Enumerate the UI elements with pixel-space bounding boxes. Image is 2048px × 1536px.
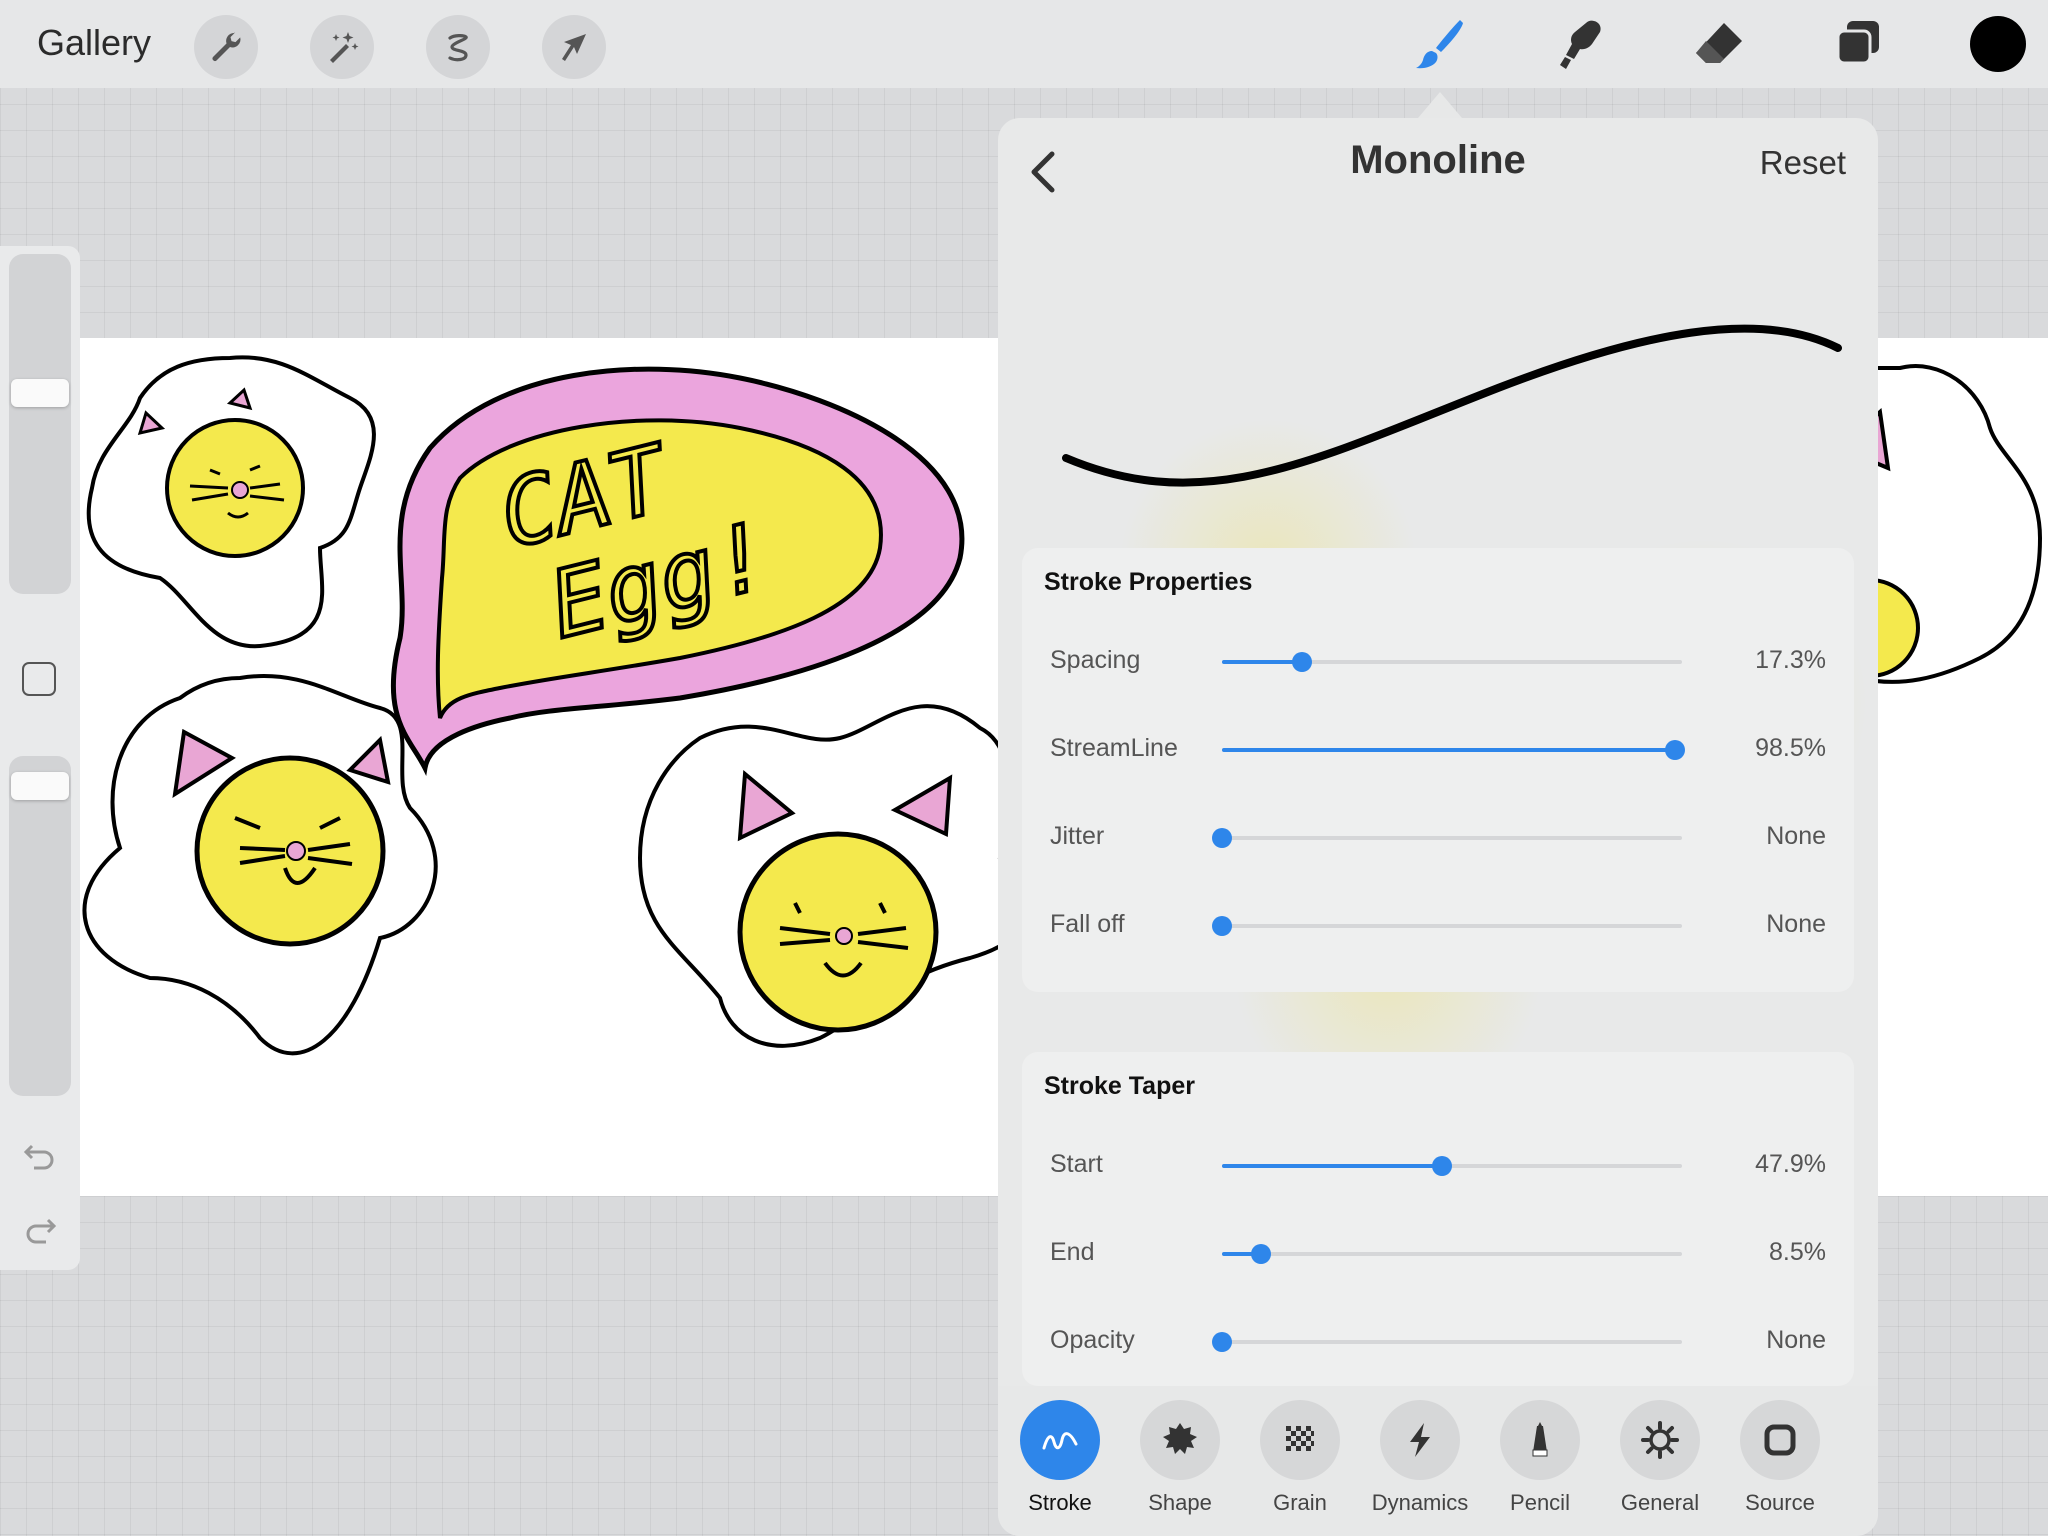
start-slider-knob[interactable] <box>1432 1156 1453 1176</box>
tab-grain[interactable]: Grain <box>1250 1400 1350 1530</box>
fall-off-slider-knob[interactable] <box>1212 916 1232 936</box>
start-setting-row: Start 47.9% <box>1022 1136 1854 1196</box>
section-title: Stroke Taper <box>1044 1072 1195 1100</box>
jitter-slider[interactable] <box>1212 828 1682 848</box>
shape-icon <box>1140 1400 1220 1480</box>
end-setting-row: End 8.5% <box>1022 1224 1854 1284</box>
source-icon <box>1740 1400 1820 1480</box>
transform-arrow-icon[interactable] <box>542 15 606 79</box>
tab-label: Dynamics <box>1371 1490 1469 1515</box>
dynamics-bolt-icon <box>1380 1400 1460 1480</box>
spacing-slider-fill <box>1222 660 1302 664</box>
left-sidebar <box>0 246 80 1270</box>
stroke-path-icon <box>1020 1400 1100 1480</box>
tab-label: Grain <box>1273 1490 1327 1515</box>
fall-off-label: Fall off <box>1050 910 1125 938</box>
brush-size-slider[interactable] <box>9 254 71 594</box>
eraser-icon[interactable] <box>1684 12 1754 76</box>
undo-icon[interactable] <box>22 1140 58 1170</box>
streamline-label: StreamLine <box>1050 734 1178 762</box>
gear-icon <box>1620 1400 1700 1480</box>
tab-label: General <box>1620 1490 1700 1515</box>
layers-icon[interactable] <box>1824 12 1894 76</box>
cat-egg-center <box>637 704 1030 1048</box>
tab-label: Source <box>1745 1490 1815 1515</box>
start-label: Start <box>1050 1150 1103 1178</box>
fall-off-value: None <box>1766 910 1826 938</box>
jitter-label: Jitter <box>1050 822 1105 850</box>
tab-source[interactable]: Source <box>1730 1400 1830 1530</box>
streamline-value: 98.5% <box>1755 734 1826 762</box>
tab-label: Stroke <box>1028 1490 1092 1515</box>
brush-name-title: Monoline <box>1350 138 1526 182</box>
fall-off-setting-row: Fall off None <box>1022 896 1854 956</box>
tab-general[interactable]: General <box>1610 1400 1710 1530</box>
spacing-value: 17.3% <box>1755 646 1826 674</box>
grain-icon <box>1260 1400 1340 1480</box>
fall-off-slider[interactable] <box>1212 916 1682 936</box>
section-title: Stroke Properties <box>1044 568 1253 596</box>
spacing-slider[interactable] <box>1222 652 1682 672</box>
brush-stroke-preview[interactable] <box>1058 278 1848 578</box>
selection-icon[interactable] <box>426 15 490 79</box>
tab-stroke[interactable]: Stroke <box>1010 1400 1110 1530</box>
streamline-setting-row: StreamLine 98.5% <box>1022 720 1854 780</box>
start-slider-fill <box>1222 1164 1443 1168</box>
wrench-icon[interactable] <box>194 15 258 79</box>
start-value: 47.9% <box>1755 1150 1826 1178</box>
opacity-value: None <box>1766 1326 1826 1354</box>
brush-studio-tab-bar: Stroke Shape Grain Dynamics Pencil General Sou… <box>998 1386 1878 1536</box>
gallery-button[interactable]: Gallery <box>37 22 151 64</box>
cat-egg-small <box>86 355 376 649</box>
brush-size-thumb[interactable] <box>11 378 69 407</box>
end-slider-knob[interactable] <box>1251 1244 1272 1264</box>
pencil-icon <box>1500 1400 1580 1480</box>
jitter-value: None <box>1766 822 1826 850</box>
color-picker-button[interactable] <box>1970 16 2026 72</box>
spacing-label: Spacing <box>1050 646 1141 674</box>
stroke-taper-section: Stroke Taper Start 47.9% End 8.5% Opacity None <box>1022 1052 1854 1386</box>
smudge-icon[interactable] <box>1544 12 1614 76</box>
opacity-slider[interactable] <box>9 756 71 1096</box>
brush-studio-panel: Monoline Reset Stroke Properties Spacing… <box>998 118 1878 1536</box>
jitter-setting-row: Jitter None <box>1022 808 1854 868</box>
opacity-setting-row: Opacity None <box>1022 1312 1854 1372</box>
opacity-label: Opacity <box>1050 1326 1135 1354</box>
opacity-slider-knob[interactable] <box>1212 1332 1232 1352</box>
tab-pencil[interactable]: Pencil <box>1490 1400 1590 1530</box>
tab-label: Shape <box>1148 1490 1212 1515</box>
end-label: End <box>1050 1238 1095 1266</box>
streamline-slider-knob[interactable] <box>1665 740 1686 760</box>
jitter-slider-knob[interactable] <box>1212 828 1232 848</box>
brush-icon[interactable] <box>1404 12 1474 76</box>
end-value: 8.5% <box>1769 1238 1826 1266</box>
magic-wand-icon[interactable] <box>310 15 374 79</box>
spacing-setting-row: Spacing 17.3% <box>1022 632 1854 692</box>
spacing-slider-knob[interactable] <box>1291 652 1312 672</box>
cat-egg-left <box>82 674 438 1056</box>
start-slider[interactable] <box>1222 1156 1682 1176</box>
tab-label: Pencil <box>1510 1490 1570 1515</box>
end-slider[interactable] <box>1222 1244 1682 1264</box>
opacity-thumb[interactable] <box>11 771 69 800</box>
speech-bubble: CAT Egg! <box>390 366 965 776</box>
stroke-properties-section: Stroke Properties Spacing 17.3% StreamLine… <box>1022 548 1854 992</box>
streamline-slider-fill <box>1222 748 1676 752</box>
tab-shape[interactable]: Shape <box>1130 1400 1230 1530</box>
panel-pointer <box>1418 92 1462 118</box>
opacity-slider[interactable] <box>1212 1332 1682 1352</box>
tab-dynamics[interactable]: Dynamics <box>1370 1400 1470 1530</box>
top-toolbar: Gallery <box>0 0 2048 88</box>
modify-button-icon[interactable] <box>22 662 56 696</box>
reset-button[interactable]: Reset <box>1760 144 1846 182</box>
redo-icon[interactable] <box>22 1214 58 1244</box>
streamline-slider[interactable] <box>1222 740 1686 760</box>
